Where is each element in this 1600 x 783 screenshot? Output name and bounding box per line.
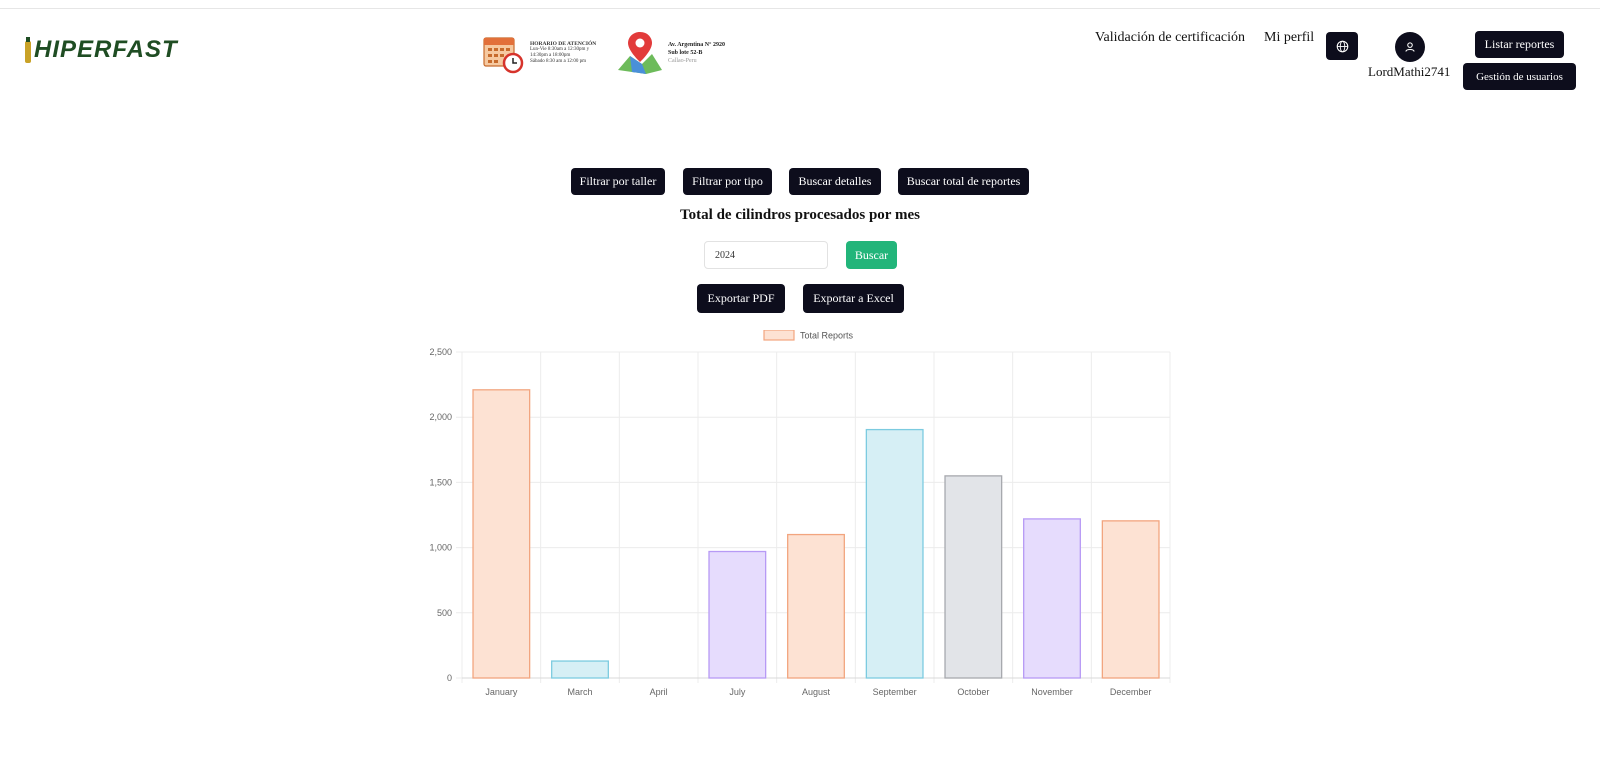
x-tick-label: August <box>802 687 831 697</box>
filter-taller-button[interactable]: Filtrar por taller <box>571 168 665 195</box>
logo-bottle-icon <box>25 37 31 63</box>
bar-chart: 0 500 1,000 1,500 2,000 2,500 January March Apri… <box>429 330 1171 697</box>
logo-text: HIPERFAST <box>34 36 178 63</box>
map-pin-icon <box>618 32 662 74</box>
info-banner: HORARIO DE ATENCIÓN Lun-Vie 8:30am a 12:… <box>482 30 742 76</box>
schedule-line: Sábado 8:30 am a 12:00 pm <box>530 59 586 64</box>
filter-tipo-button[interactable]: Filtrar por tipo <box>683 168 772 195</box>
schedule-text: HORARIO DE ATENCIÓN Lun-Vie 8:30am a 12:… <box>530 41 608 65</box>
export-pdf-button[interactable]: Exportar PDF <box>697 284 785 313</box>
bar-november <box>1023 518 1081 679</box>
nav-validacion-link[interactable]: Validación de certificación <box>1095 30 1245 46</box>
bar-december <box>1101 520 1160 679</box>
listar-reportes-button[interactable]: Listar reportes <box>1475 31 1564 58</box>
x-tick-label: July <box>729 687 746 697</box>
gestion-usuarios-button[interactable]: Gestión de usuarios <box>1463 63 1576 90</box>
year-input[interactable] <box>704 241 828 269</box>
avatar[interactable] <box>1395 32 1425 62</box>
bar-october <box>944 475 1003 679</box>
buscar-detalles-button[interactable]: Buscar detalles <box>789 168 881 195</box>
top-divider <box>0 8 1600 9</box>
x-tick-label: December <box>1110 687 1152 697</box>
address-line: Sub lote 52-B <box>668 50 703 56</box>
address-line: Av. Argentina N° 2920 <box>668 42 725 48</box>
bar-january <box>472 389 531 679</box>
address-text: Av. Argentina N° 2920 Sub lote 52-B Call… <box>668 41 725 65</box>
user-icon <box>1405 42 1415 52</box>
page-title: Total de cilindros procesados por mes <box>680 207 920 223</box>
bar-july <box>708 550 767 679</box>
logo[interactable]: HIPERFAST <box>22 32 178 68</box>
calendar-clock-icon <box>483 37 524 74</box>
search-button[interactable]: Buscar <box>846 241 897 269</box>
y-tick-label: 2,500 <box>429 347 452 357</box>
export-excel-button[interactable]: Exportar a Excel <box>803 284 904 313</box>
username: LordMathi2741 <box>1368 64 1451 79</box>
y-tick-label: 2,000 <box>429 412 452 422</box>
x-tick-label: January <box>485 687 518 697</box>
address-city: Callao-Peru <box>668 58 697 64</box>
bar-august <box>787 533 845 679</box>
y-tick-label: 1,000 <box>429 543 452 553</box>
globe-icon <box>1336 40 1348 52</box>
x-tick-label: October <box>957 687 989 697</box>
x-tick-label: September <box>873 687 917 697</box>
legend-label: Total Reports <box>800 331 854 341</box>
legend-swatch <box>763 330 795 341</box>
bar-march <box>551 660 609 679</box>
bar-september <box>865 428 924 679</box>
x-tick-label: April <box>650 687 668 697</box>
buscar-total-button[interactable]: Buscar total de reportes <box>898 168 1029 195</box>
x-tick-label: March <box>567 687 592 697</box>
nav-perfil-link[interactable]: Mi perfil <box>1264 30 1314 46</box>
y-tick-label: 500 <box>437 608 452 618</box>
y-tick-label: 1,500 <box>429 477 452 487</box>
y-tick-label: 0 <box>447 673 452 683</box>
language-button[interactable] <box>1326 32 1358 60</box>
x-tick-label: November <box>1031 687 1073 697</box>
